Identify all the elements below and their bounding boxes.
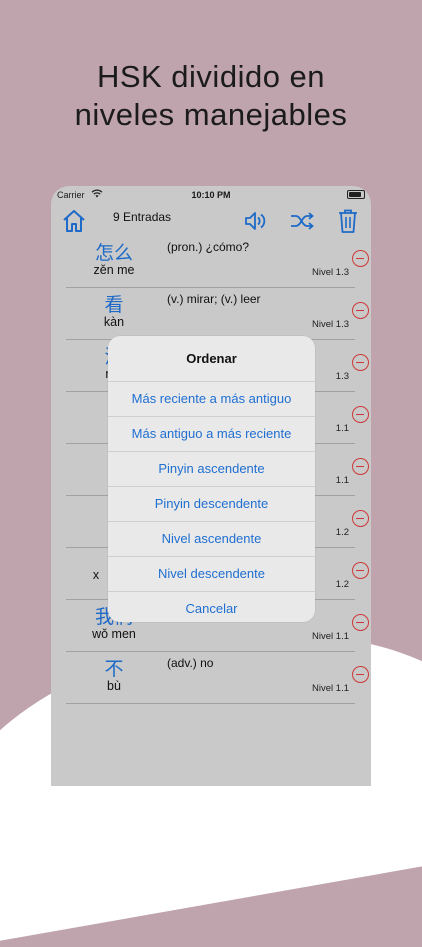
cancel-button[interactable]: Cancelar xyxy=(108,592,315,622)
sort-newest-first-button[interactable]: Más reciente a más antiguo xyxy=(108,382,315,417)
headline-line-1: HSK dividido en xyxy=(96,59,326,94)
sort-level-asc-button[interactable]: Nivel ascendente xyxy=(108,522,315,557)
headline-line-2: niveles manejables xyxy=(74,97,348,132)
headline: HSK dividido en niveles manejables xyxy=(0,58,422,134)
sort-oldest-first-button[interactable]: Más antiguo a más reciente xyxy=(108,417,315,452)
sort-level-desc-button[interactable]: Nivel descendente xyxy=(108,557,315,592)
sort-pinyin-desc-button[interactable]: Pinyin descendente xyxy=(108,487,315,522)
sort-pinyin-asc-button[interactable]: Pinyin ascendente xyxy=(108,452,315,487)
sort-dialog: Ordenar Más reciente a más antiguo Más a… xyxy=(108,336,315,622)
dialog-title: Ordenar xyxy=(108,336,315,382)
